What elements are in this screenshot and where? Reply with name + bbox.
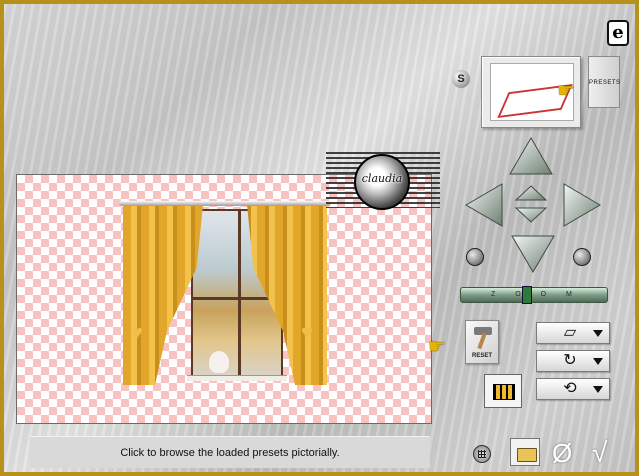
status-bar: Click to browse the loaded presets picto… [30, 436, 430, 468]
rotate-right-knob[interactable] [573, 248, 591, 266]
zoom-slider-thumb[interactable] [522, 286, 532, 304]
curtain-rod [119, 201, 331, 206]
arrow-left-button[interactable] [464, 182, 504, 228]
filmstrip-button[interactable] [484, 374, 522, 408]
flip-loop-icon: ⟲ [563, 380, 577, 397]
ok-check-icon[interactable]: √ [592, 439, 607, 467]
logo-icon[interactable]: e [607, 20, 629, 46]
rotate-left-knob[interactable] [466, 248, 484, 266]
open-folder-button[interactable] [510, 438, 540, 466]
presets-button[interactable]: PRESETS [588, 56, 620, 108]
rotate-loop-icon: ↻ [563, 352, 577, 369]
arrow-up-button[interactable] [508, 136, 554, 176]
zoom-label: Z O O M [491, 291, 581, 298]
window-sill [187, 375, 287, 381]
teddy-bear [209, 351, 229, 373]
curtain-window-image: ♥ ♥ [119, 197, 331, 397]
arrow-center-up-small[interactable] [514, 184, 548, 202]
watermark-text: claudia [361, 172, 403, 185]
chevron-down-icon [593, 386, 603, 393]
heart-tieback-right: ♥ [301, 322, 313, 344]
arrow-right-button[interactable] [562, 182, 602, 228]
perspective-dropdown-button[interactable]: ▱ [536, 322, 610, 344]
chevron-down-icon [593, 358, 603, 365]
plugin-panel: e S ☛ PRESETS Z O O M ♥ ♥ claudia ☛ RESE… [4, 4, 635, 472]
chevron-down-icon [593, 330, 603, 337]
reset-button[interactable]: RESET [465, 320, 499, 364]
hand-pointer-icon: ☛ [428, 336, 446, 358]
s-badge-icon[interactable]: S [452, 70, 470, 88]
flip-dropdown-button[interactable]: ⟲ [536, 378, 610, 400]
zoom-slider[interactable]: Z O O M [460, 286, 608, 304]
preview-canvas[interactable]: ♥ ♥ [16, 174, 432, 424]
hand-pointer-icon: ☛ [557, 80, 575, 102]
grid-icon[interactable] [473, 445, 491, 463]
rotate-dropdown-button[interactable]: ↻ [536, 350, 610, 372]
perspective-grid-icon: ▱ [563, 324, 577, 341]
heart-tieback-left: ♥ [131, 322, 143, 344]
arrow-center-down-small[interactable] [514, 206, 548, 224]
cancel-icon[interactable]: Ø [552, 440, 572, 466]
arrow-down-button[interactable] [510, 234, 556, 274]
